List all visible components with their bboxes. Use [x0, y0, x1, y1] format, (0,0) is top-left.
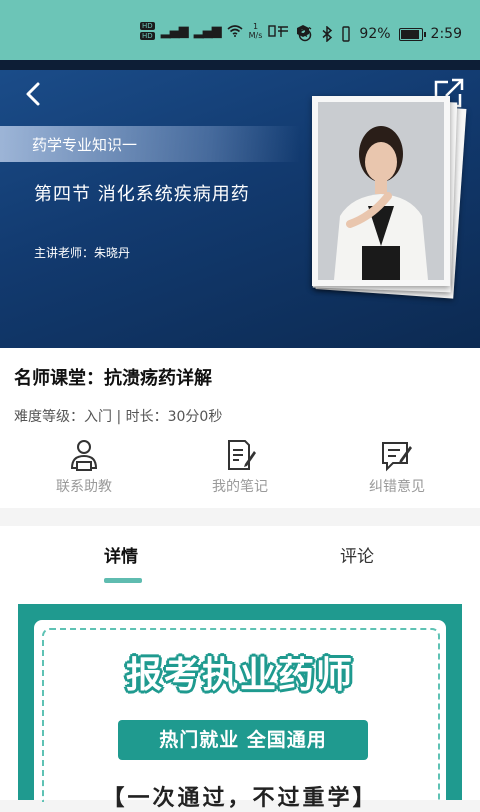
lesson-title: 第四节 消化系统疾病用药	[34, 184, 250, 205]
course-meta: 难度等级：入门 | 时长：30分0秒	[14, 409, 223, 425]
status-bar-left: HD HD ▂▄▆ ▂▄▆ 1 M/s	[140, 22, 310, 40]
tab-details[interactable]: 详情	[104, 542, 138, 567]
clock: 2:59	[430, 26, 462, 42]
teacher-photo	[312, 96, 467, 299]
promo-tagline: 热门就业 全国通用	[118, 720, 368, 760]
active-tab-indicator	[104, 578, 142, 583]
assistant-icon	[70, 440, 98, 471]
hd-badge: HD	[140, 32, 155, 40]
network-speed-value: 1	[252, 22, 259, 31]
detail-tabs: 详情 评论	[0, 526, 480, 600]
notes-icon	[228, 440, 256, 470]
promo-headline: 报考执业药师	[125, 655, 354, 696]
wifi-icon	[227, 25, 243, 37]
course-info: 名师课堂：抗溃疡药详解 难度等级：入门 | 时长：30分0秒 联系助教 我的笔记…	[0, 348, 480, 508]
contact-assistant-label: 联系助教	[56, 479, 112, 495]
vibrate-icon	[342, 26, 351, 42]
tab-comments[interactable]: 评论	[340, 542, 374, 567]
battery-percent: 92%	[359, 26, 391, 42]
report-error-button[interactable]: 纠错意见	[337, 438, 457, 496]
signal-icon: ▂▄▆	[160, 23, 189, 39]
status-bar-right: 92% 2:59	[297, 26, 462, 42]
hd-badge: HD	[140, 22, 155, 30]
promo-slogan: 【一次通过，不过重学】	[102, 786, 378, 811]
network-speed: 1 M/s	[249, 22, 263, 40]
subject-tag-label: 药学专业知识一	[32, 136, 138, 154]
feedback-icon	[382, 442, 412, 472]
photo-frame-front	[312, 96, 450, 286]
report-error-label: 纠错意见	[369, 479, 425, 495]
contact-assistant-button[interactable]: 联系助教	[24, 438, 144, 496]
my-notes-button[interactable]: 我的笔记	[180, 438, 300, 496]
hd-badges: HD HD	[140, 22, 155, 40]
network-speed-unit: M/s	[248, 31, 263, 40]
teacher-name: 主讲老师：朱晓丹	[34, 246, 131, 260]
video-banner[interactable]: 药学专业知识一 第四节 消化系统疾病用药 主讲老师：朱晓丹	[0, 60, 480, 348]
alarm-icon	[299, 26, 312, 42]
back-arrow-icon[interactable]	[20, 80, 48, 108]
signal-icon: ▂▄▆	[193, 23, 222, 39]
battery-fill	[400, 29, 419, 39]
subject-tag: 药学专业知识一	[0, 126, 300, 162]
battery-icon	[398, 27, 426, 41]
course-title: 名师课堂：抗溃疡药详解	[14, 368, 212, 389]
banner-top-strip	[0, 60, 480, 70]
bluetooth-icon	[322, 26, 333, 42]
status-bar: HD HD ▂▄▆ ▂▄▆ 1 M/s 92% 2:59	[0, 0, 480, 60]
teacher-portrait	[318, 102, 444, 280]
my-notes-label: 我的笔记	[212, 479, 268, 495]
listen-app-icon	[268, 25, 289, 37]
